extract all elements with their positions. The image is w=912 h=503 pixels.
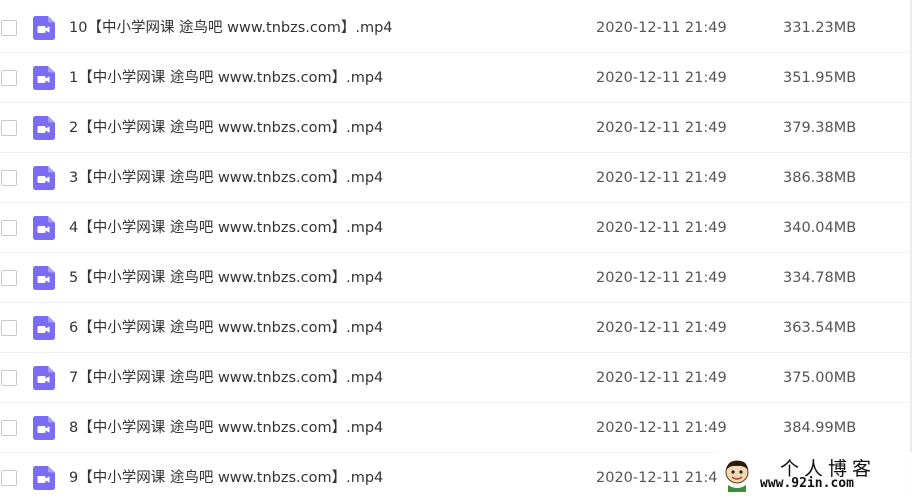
row-checkbox[interactable] bbox=[1, 370, 17, 386]
file-row[interactable]: 7【中小学网课 途鸟吧 www.tnbzs.com】.mp4 2020-12-1… bbox=[0, 353, 912, 403]
video-file-icon bbox=[33, 166, 55, 190]
row-checkbox[interactable] bbox=[1, 170, 17, 186]
file-row[interactable]: 2【中小学网课 途鸟吧 www.tnbzs.com】.mp4 2020-12-1… bbox=[0, 103, 912, 153]
file-name[interactable]: 5【中小学网课 途鸟吧 www.tnbzs.com】.mp4 bbox=[69, 267, 383, 289]
file-name[interactable]: 9【中小学网课 途鸟吧 www.tnbzs.com】.mp4 bbox=[69, 467, 383, 489]
file-size: 334.78MB bbox=[783, 270, 857, 286]
row-checkbox[interactable] bbox=[1, 220, 17, 236]
row-checkbox[interactable] bbox=[1, 320, 17, 336]
video-file-icon bbox=[33, 366, 55, 390]
video-file-icon bbox=[33, 316, 55, 340]
modified-date: 2020-12-11 21:49 bbox=[596, 20, 727, 36]
file-size: 379.38MB bbox=[783, 120, 857, 136]
row-checkbox[interactable] bbox=[1, 20, 17, 36]
file-name[interactable]: 10【中小学网课 途鸟吧 www.tnbzs.com】.mp4 bbox=[69, 17, 393, 39]
file-name[interactable]: 2【中小学网课 途鸟吧 www.tnbzs.com】.mp4 bbox=[69, 117, 383, 139]
modified-date: 2020-12-11 21:49 bbox=[596, 220, 727, 236]
modified-date: 2020-12-11 21:49 bbox=[596, 270, 727, 286]
row-checkbox[interactable] bbox=[1, 270, 17, 286]
file-size: 375.00MB bbox=[783, 370, 857, 386]
modified-date: 2020-12-11 21:49 bbox=[596, 70, 727, 86]
file-size: 384.99MB bbox=[783, 420, 857, 436]
row-checkbox[interactable] bbox=[1, 120, 17, 136]
video-file-icon bbox=[33, 466, 55, 490]
file-row[interactable]: 8【中小学网课 途鸟吧 www.tnbzs.com】.mp4 2020-12-1… bbox=[0, 403, 912, 453]
file-row[interactable]: 1【中小学网课 途鸟吧 www.tnbzs.com】.mp4 2020-12-1… bbox=[0, 53, 912, 103]
file-row[interactable]: 5【中小学网课 途鸟吧 www.tnbzs.com】.mp4 2020-12-1… bbox=[0, 253, 912, 303]
video-file-icon bbox=[33, 266, 55, 290]
file-size: 386.38MB bbox=[783, 170, 857, 186]
video-file-icon bbox=[33, 116, 55, 140]
file-name[interactable]: 6【中小学网课 途鸟吧 www.tnbzs.com】.mp4 bbox=[69, 317, 383, 339]
file-name[interactable]: 3【中小学网课 途鸟吧 www.tnbzs.com】.mp4 bbox=[69, 167, 383, 189]
modified-date: 2020-12-11 21:49 bbox=[596, 320, 727, 336]
file-name[interactable]: 7【中小学网课 途鸟吧 www.tnbzs.com】.mp4 bbox=[69, 367, 383, 389]
cartoon-avatar-icon bbox=[725, 460, 749, 492]
modified-date: 2020-12-11 21:49 bbox=[596, 370, 727, 386]
watermark: 个人博客 www.92in.com bbox=[718, 452, 912, 497]
file-row[interactable]: 6【中小学网课 途鸟吧 www.tnbzs.com】.mp4 2020-12-1… bbox=[0, 303, 912, 353]
watermark-url: www.92in.com bbox=[760, 476, 854, 491]
video-file-icon bbox=[33, 16, 55, 40]
row-checkbox[interactable] bbox=[1, 420, 17, 436]
modified-date: 2020-12-11 21:49 bbox=[596, 120, 727, 136]
video-file-icon bbox=[33, 66, 55, 90]
file-size: 351.95MB bbox=[783, 70, 857, 86]
video-file-icon bbox=[33, 216, 55, 240]
file-size: 331.23MB bbox=[783, 20, 857, 36]
video-file-icon bbox=[33, 416, 55, 440]
modified-date: 2020-12-11 21:4 bbox=[596, 470, 718, 486]
file-list: 10【中小学网课 途鸟吧 www.tnbzs.com】.mp4 2020-12-… bbox=[0, 3, 912, 503]
modified-date: 2020-12-11 21:49 bbox=[596, 170, 727, 186]
file-row[interactable]: 4【中小学网课 途鸟吧 www.tnbzs.com】.mp4 2020-12-1… bbox=[0, 203, 912, 253]
file-size: 363.54MB bbox=[783, 320, 857, 336]
row-checkbox[interactable] bbox=[1, 70, 17, 86]
file-name[interactable]: 4【中小学网课 途鸟吧 www.tnbzs.com】.mp4 bbox=[69, 217, 383, 239]
row-checkbox[interactable] bbox=[1, 470, 17, 486]
file-name[interactable]: 1【中小学网课 途鸟吧 www.tnbzs.com】.mp4 bbox=[69, 67, 383, 89]
modified-date: 2020-12-11 21:49 bbox=[596, 420, 727, 436]
file-row[interactable]: 10【中小学网课 途鸟吧 www.tnbzs.com】.mp4 2020-12-… bbox=[0, 3, 912, 53]
file-name[interactable]: 8【中小学网课 途鸟吧 www.tnbzs.com】.mp4 bbox=[69, 417, 383, 439]
file-row[interactable]: 3【中小学网课 途鸟吧 www.tnbzs.com】.mp4 2020-12-1… bbox=[0, 153, 912, 203]
file-size: 340.04MB bbox=[783, 220, 857, 236]
